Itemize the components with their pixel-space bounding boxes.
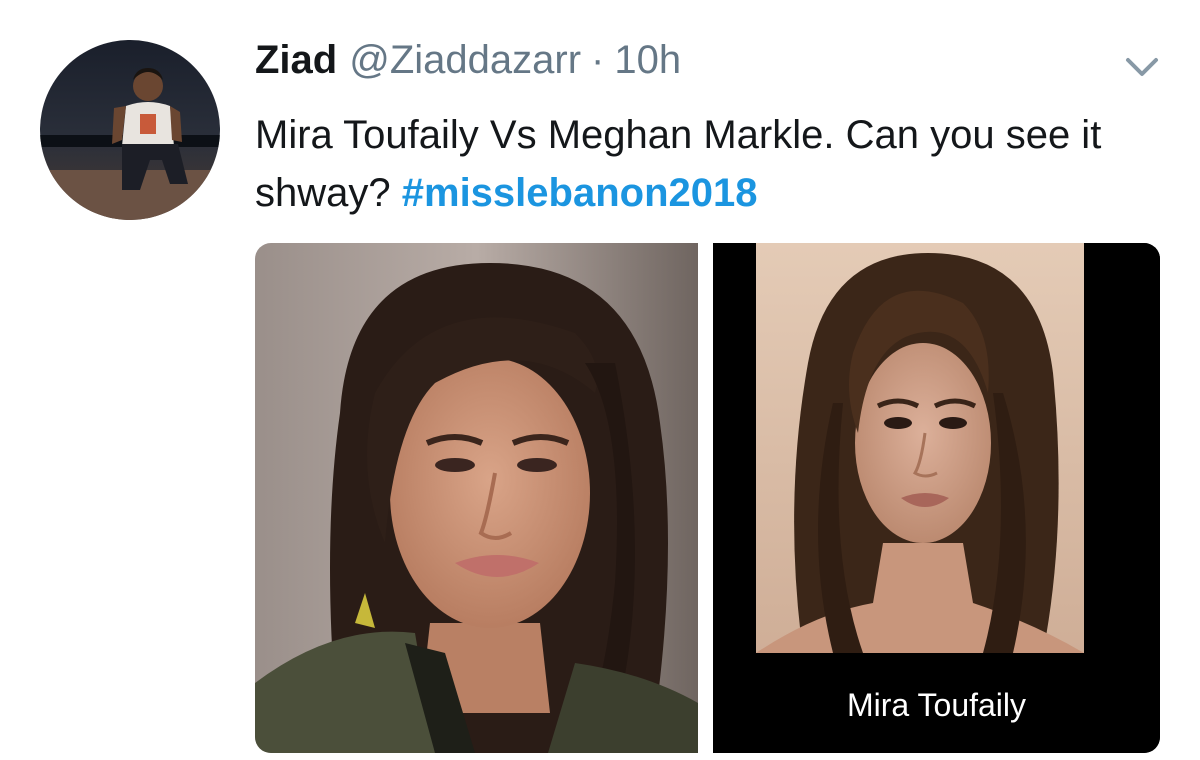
display-name[interactable]: Ziad [255,38,337,83]
hashtag-link[interactable]: #misslebanon2018 [402,171,758,215]
media-image-right[interactable]: Mira Toufaily [713,243,1160,753]
tweet-text: Mira Toufaily Vs Meghan Markle. Can you … [255,106,1135,222]
chevron-down-icon[interactable] [1120,50,1164,86]
timestamp[interactable]: 10h [614,38,681,83]
separator-dot: · [591,38,605,82]
photo-meghan-markle [255,243,698,753]
tweet-header: Ziad @Ziaddazarr · 10h [255,38,681,94]
image-caption: Mira Toufaily [846,687,1027,723]
photo-mira-toufaily [713,243,1160,753]
avatar[interactable] [40,40,220,220]
media-image-left[interactable] [255,243,698,753]
profile-photo [40,40,220,220]
user-handle[interactable]: @Ziaddazarr [349,38,581,83]
tweet: Ziad @Ziaddazarr · 10h Mira Toufaily Vs … [0,0,1200,760]
